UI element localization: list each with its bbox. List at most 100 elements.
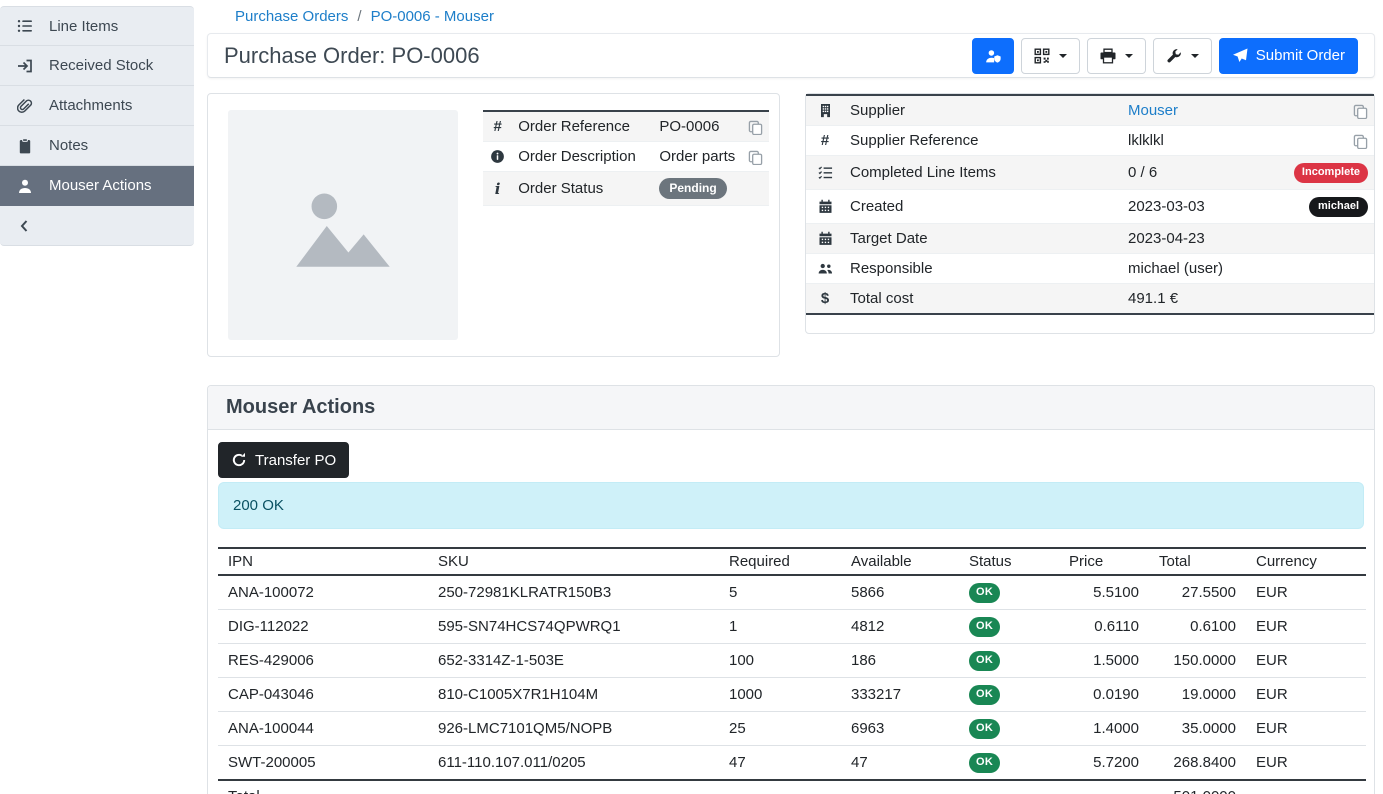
breadcrumb-link-purchase-orders[interactable]: Purchase Orders — [235, 8, 348, 25]
cell-currency: EUR — [1246, 746, 1366, 781]
transfer-po-button[interactable]: Transfer PO — [218, 442, 349, 478]
order-summary-card: # Order Reference PO-0006 Order Descript… — [207, 93, 780, 357]
cell-ipn: CAP-043046 — [218, 678, 428, 712]
panel-title: Mouser Actions — [226, 396, 1356, 419]
list-check-icon — [812, 165, 838, 180]
transfer-po-label: Transfer PO — [255, 452, 336, 469]
order-actions-menu-button[interactable] — [1153, 38, 1212, 74]
breadcrumb: Purchase Orders / PO-0006 - Mouser — [194, 0, 1383, 33]
caret-down-icon — [1125, 54, 1133, 58]
dollar-icon: $ — [821, 290, 829, 307]
detail-label: Total cost — [844, 284, 1122, 315]
user-icon — [16, 178, 34, 194]
column-header-available: Available — [841, 548, 959, 575]
print-menu-button[interactable] — [1087, 38, 1146, 74]
cell-required: 5 — [719, 575, 841, 610]
main-content: Purchase Orders / PO-0006 - Mouser Purch… — [194, 0, 1383, 794]
detail-label: Order Reference — [512, 111, 653, 142]
cell-available: 4812 — [841, 610, 959, 644]
line-items-table: IPN SKU Required Available Status Price … — [218, 547, 1366, 794]
detail-label: Order Description — [512, 142, 653, 172]
copy-icon[interactable] — [748, 118, 763, 135]
paperclip-icon — [16, 98, 34, 114]
refresh-icon — [231, 452, 247, 468]
detail-value: michael (user) — [1122, 254, 1264, 284]
detail-value: 2023-03-03 — [1122, 190, 1264, 224]
footer-total-value: 501.0000 — [1149, 780, 1246, 794]
detail-label: Order Status — [512, 172, 653, 206]
cell-ipn: ANA-100072 — [218, 575, 428, 610]
sidebar-item-label: Notes — [49, 137, 88, 154]
sidebar-item-mouser-actions[interactable]: Mouser Actions — [0, 166, 194, 206]
submit-order-button[interactable]: Submit Order — [1219, 38, 1358, 74]
sidebar-item-label: Mouser Actions — [49, 177, 152, 194]
sidebar-item-notes[interactable]: Notes — [0, 126, 194, 166]
ok-badge: OK — [969, 685, 1000, 705]
info-icon: i — [495, 180, 501, 198]
order-image-placeholder[interactable] — [228, 110, 458, 340]
detail-value: PO-0006 — [653, 111, 741, 142]
table-footer-row: Total 501.0000 — [218, 780, 1366, 794]
sidebar-collapse-button[interactable] — [0, 206, 194, 246]
page-title: Purchase Order: PO-0006 — [224, 43, 480, 69]
toolbar: Submit Order — [972, 38, 1358, 74]
list-icon — [16, 18, 34, 34]
copy-icon[interactable] — [1353, 132, 1368, 149]
cell-ipn: RES-429006 — [218, 644, 428, 678]
cell-price: 5.5100 — [1059, 575, 1149, 610]
sidebar-item-received-stock[interactable]: Received Stock — [0, 46, 194, 86]
detail-label: Target Date — [844, 224, 1122, 254]
detail-value: lklklkl — [1122, 126, 1264, 156]
calendar-icon — [812, 231, 838, 246]
ok-badge: OK — [969, 617, 1000, 637]
detail-row-responsible: Responsible michael (user) — [806, 254, 1374, 284]
detail-row-total-cost: $ Total cost 491.1 € — [806, 284, 1374, 315]
cell-ipn: DIG-112022 — [218, 610, 428, 644]
cell-sku: 652-3314Z-1-503E — [428, 644, 719, 678]
sidebar-nav: Line Items Received Stock Attachments No… — [0, 6, 194, 246]
sidebar-item-label: Line Items — [49, 18, 118, 35]
table-row: DIG-112022 595-SN74HCS74QPWRQ1 1 4812 OK… — [218, 610, 1366, 644]
table-row: ANA-100044 926-LMC7101QM5/NOPB 25 6963 O… — [218, 712, 1366, 746]
detail-row-order-status: i Order Status Pending — [483, 172, 769, 206]
table-header-row: IPN SKU Required Available Status Price … — [218, 548, 1366, 575]
column-header-required: Required — [719, 548, 841, 575]
cell-required: 100 — [719, 644, 841, 678]
page-header: Purchase Order: PO-0006 — [207, 33, 1375, 78]
info-circle-icon — [489, 149, 506, 164]
ok-badge: OK — [969, 719, 1000, 739]
caret-down-icon — [1191, 54, 1199, 58]
breadcrumb-link-current-order[interactable]: PO-0006 - Mouser — [371, 8, 494, 25]
supplier-link[interactable]: Mouser — [1128, 102, 1178, 119]
column-header-currency: Currency — [1246, 548, 1366, 575]
detail-value: 2023-04-23 — [1122, 224, 1264, 254]
detail-label: Created — [844, 190, 1122, 224]
cell-available: 186 — [841, 644, 959, 678]
detail-row-order-description: Order Description Order parts — [483, 142, 769, 172]
cell-sku: 611-110.107.011/0205 — [428, 746, 719, 781]
chevron-left-icon — [16, 218, 34, 234]
cell-currency: EUR — [1246, 644, 1366, 678]
caret-down-icon — [1059, 54, 1067, 58]
sidebar-item-line-items[interactable]: Line Items — [0, 6, 194, 46]
cell-price: 0.0190 — [1059, 678, 1149, 712]
order-status-badge: Pending — [659, 178, 726, 199]
detail-value: 491.1 € — [1122, 284, 1264, 315]
image-placeholder-icon — [284, 166, 402, 284]
submit-order-label: Submit Order — [1256, 47, 1345, 64]
cell-currency: EUR — [1246, 712, 1366, 746]
cell-currency: EUR — [1246, 575, 1366, 610]
copy-icon[interactable] — [748, 148, 763, 165]
cell-currency: EUR — [1246, 610, 1366, 644]
table-row: SWT-200005 611-110.107.011/0205 47 47 OK… — [218, 746, 1366, 781]
panel-header: Mouser Actions — [208, 386, 1374, 430]
cell-total: 0.6100 — [1149, 610, 1246, 644]
detail-label: Responsible — [844, 254, 1122, 284]
cell-available: 47 — [841, 746, 959, 781]
supplier-actions-button[interactable] — [972, 38, 1014, 74]
copy-icon[interactable] — [1353, 102, 1368, 119]
detail-label: Completed Line Items — [844, 156, 1122, 190]
sidebar-item-attachments[interactable]: Attachments — [0, 86, 194, 126]
cell-required: 1000 — [719, 678, 841, 712]
barcode-menu-button[interactable] — [1021, 38, 1080, 74]
